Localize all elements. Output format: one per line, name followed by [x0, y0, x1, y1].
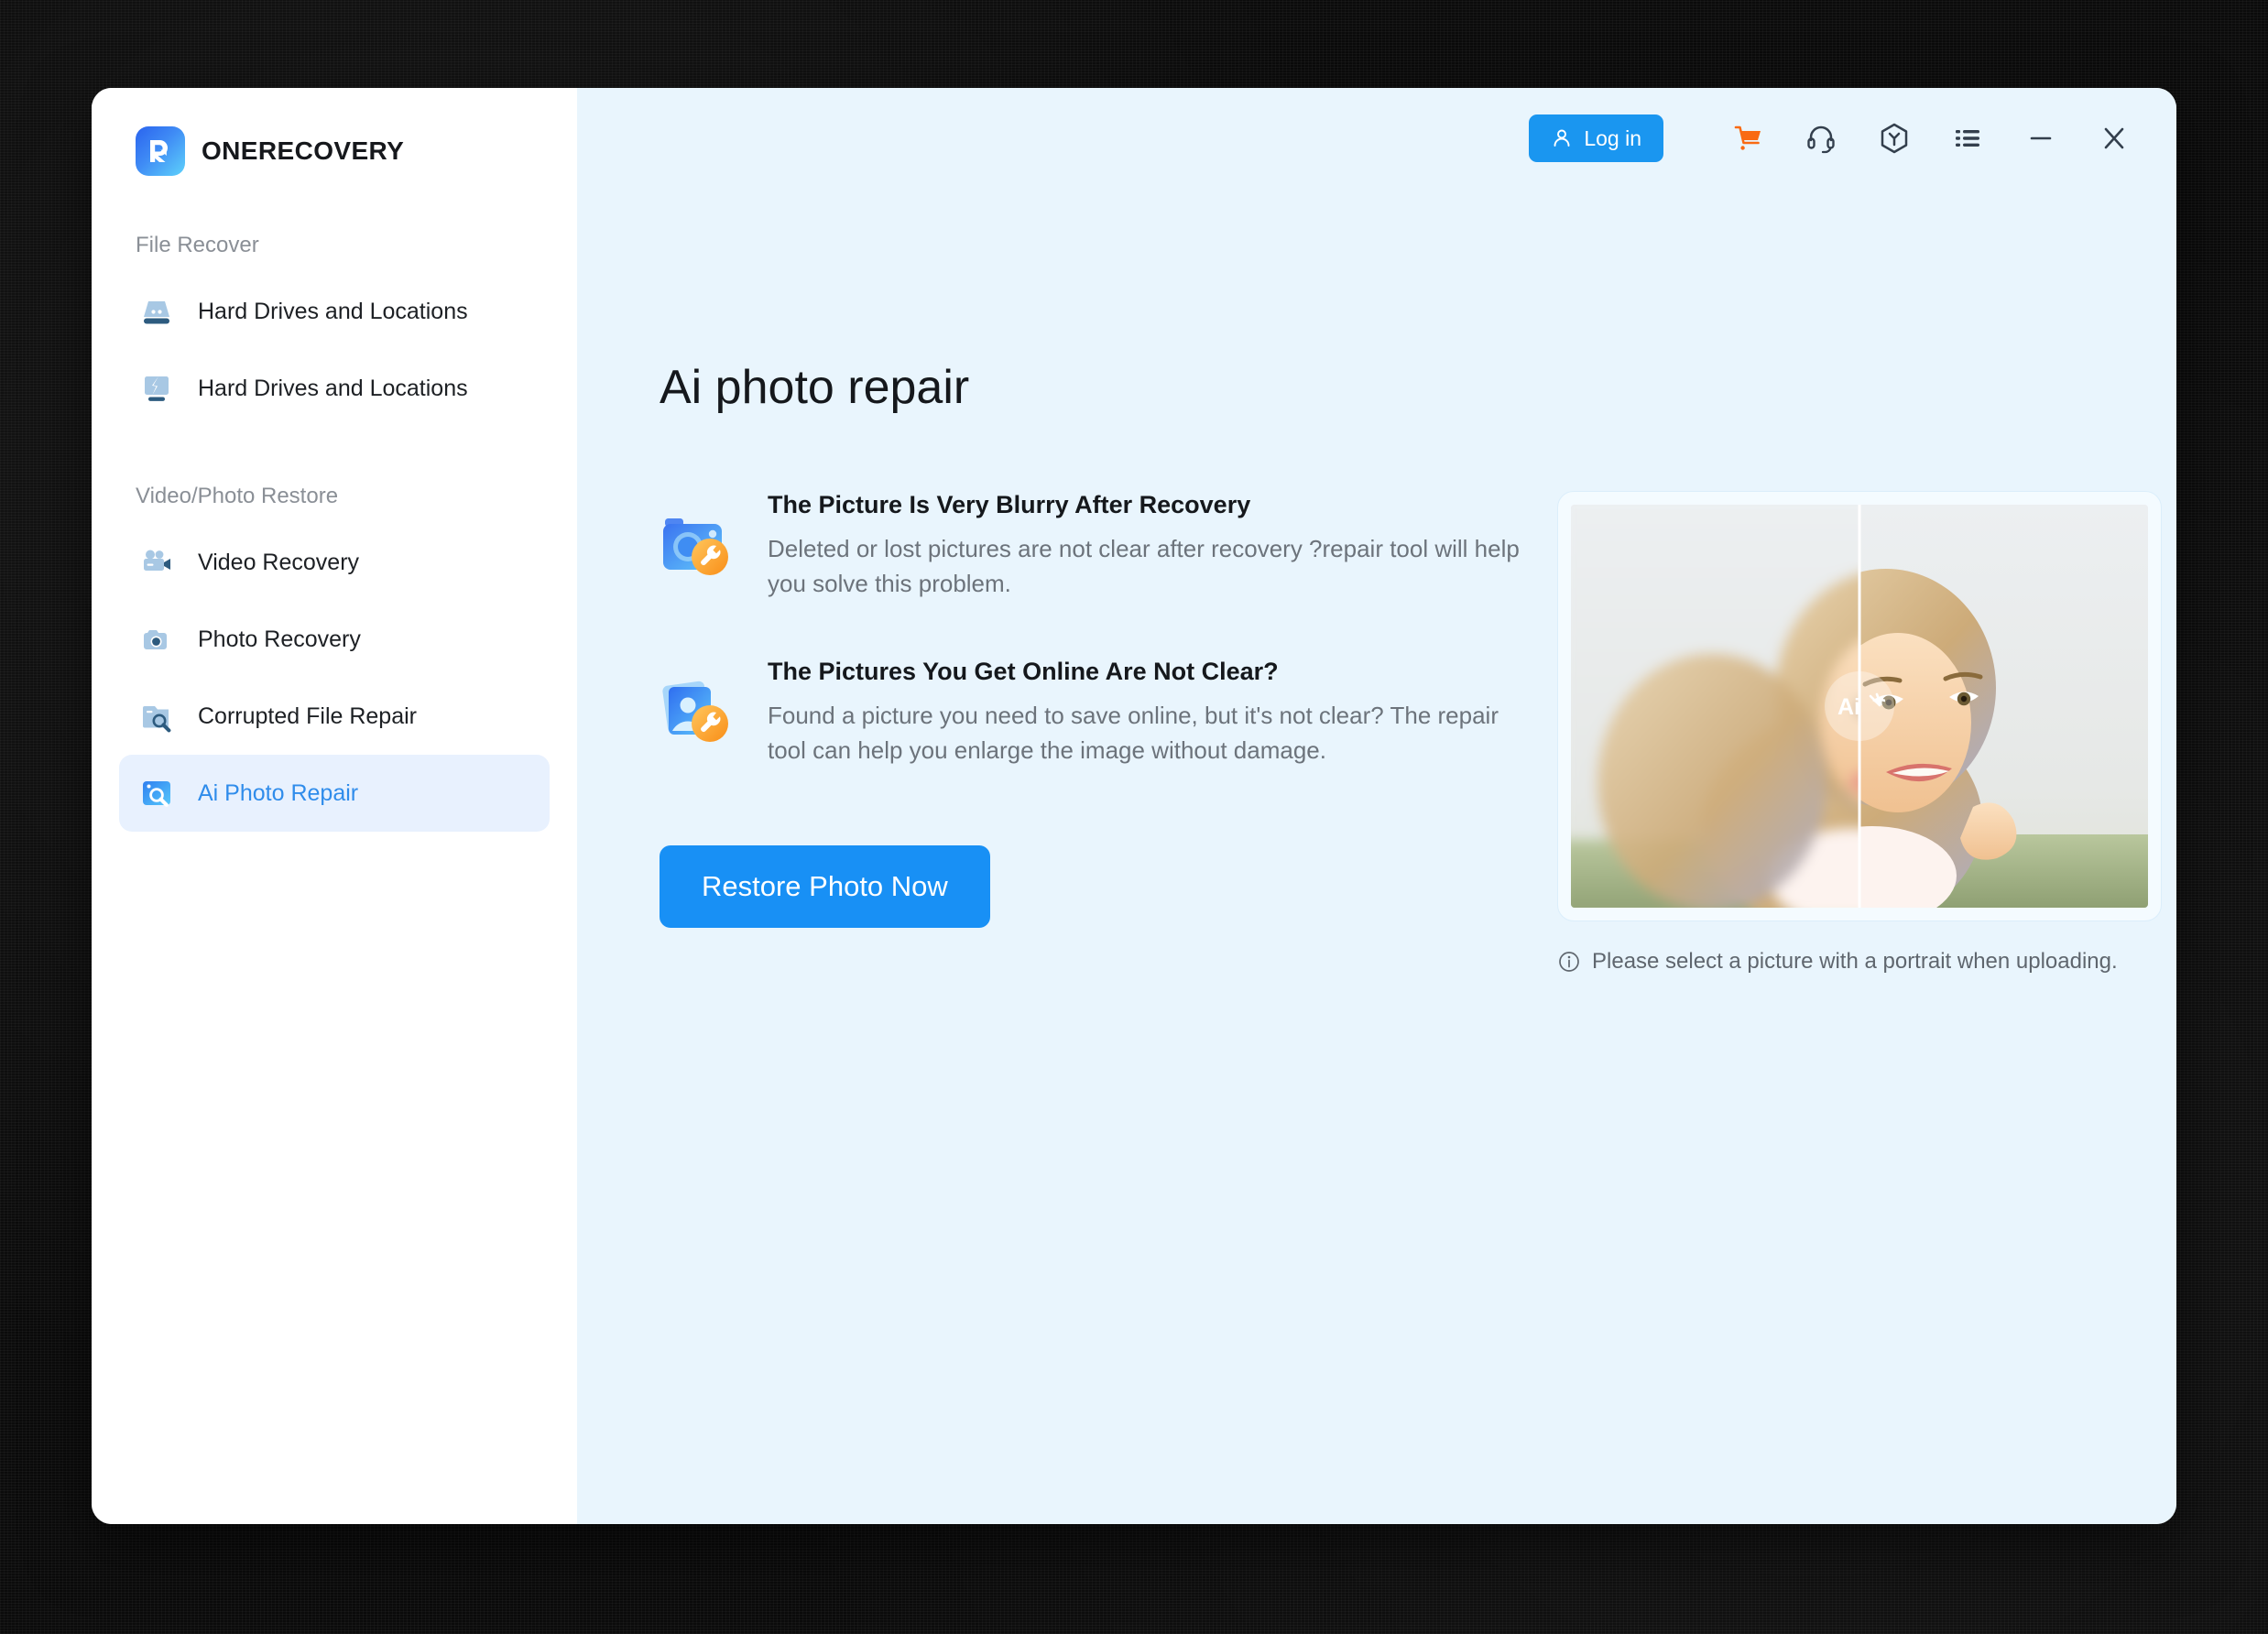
- restore-photo-now-button[interactable]: Restore Photo Now: [660, 844, 990, 928]
- sidebar-item-label: Corrupted File Repair: [198, 703, 417, 729]
- ai-photo-repair-icon: [136, 772, 178, 814]
- user-icon: [1554, 129, 1570, 147]
- sidebar-item-label: Photo Recovery: [198, 626, 361, 652]
- rewards-hexagon-icon[interactable]: [1874, 118, 1914, 158]
- login-button[interactable]: Log in: [1529, 114, 1663, 162]
- page-title: Ai photo repair: [660, 360, 970, 414]
- main-content: Log in Ai photo repair The Picture Is Ve…: [577, 88, 2176, 1524]
- cart-icon[interactable]: [1728, 118, 1768, 158]
- sidebar: ONERECOVERY File Recover Hard Drives and…: [92, 88, 577, 1524]
- headset-support-icon[interactable]: [1801, 118, 1841, 158]
- preview-note-text: Please select a picture with a portrait …: [1592, 949, 2118, 974]
- before-after-comparison[interactable]: Ai: [1571, 505, 2148, 908]
- sidebar-item-photo-recovery[interactable]: Photo Recovery: [119, 601, 550, 678]
- feature-blurry-picture: The Picture Is Very Blurry After Recover…: [660, 491, 1521, 601]
- preview-column: Ai Please select a picture with a portra…: [1557, 491, 2162, 975]
- sidebar-section-title-video-photo-restore: Video/Photo Restore: [136, 484, 339, 508]
- broken-screen-icon: [136, 367, 178, 409]
- login-button-label: Log in: [1584, 125, 1641, 150]
- sidebar-item-video-recovery[interactable]: Video Recovery: [119, 524, 550, 601]
- close-icon[interactable]: [2094, 118, 2134, 158]
- minimize-icon[interactable]: [2021, 118, 2061, 158]
- titlebar: Log in: [577, 88, 2176, 189]
- preview-card: Ai: [1557, 491, 2162, 921]
- sidebar-item-label: Ai Photo Repair: [198, 779, 359, 806]
- info-circle-icon: [1559, 952, 1579, 972]
- sidebar-item-label: Hard Drives and Locations: [198, 375, 468, 401]
- onerecovery-logo-icon: [136, 126, 185, 176]
- sidebar-item-hard-drives-and-locations-1[interactable]: Hard Drives and Locations: [119, 273, 550, 350]
- brand: ONERECOVERY: [92, 88, 577, 176]
- preview-note: Please select a picture with a portrait …: [1557, 949, 2118, 975]
- photo-before-blurred: [1571, 505, 1859, 908]
- feature-online-pictures: The Pictures You Get Online Are Not Clea…: [660, 658, 1521, 768]
- camera-icon: [136, 618, 178, 660]
- feature-description: Deleted or lost pictures are not clear a…: [768, 535, 1520, 597]
- photo-portrait-repair-icon: [660, 672, 738, 751]
- brand-name: ONERECOVERY: [202, 136, 405, 165]
- feature-title: The Pictures You Get Online Are Not Clea…: [768, 658, 1279, 686]
- feature-description: Found a picture you need to save online,…: [768, 702, 1499, 765]
- ai-slider-handle[interactable]: Ai: [1825, 671, 1894, 741]
- camera-repair-icon: [660, 506, 738, 584]
- content-row: The Picture Is Very Blurry After Recover…: [660, 491, 2162, 975]
- folder-wrench-icon: [136, 695, 178, 737]
- sidebar-item-label: Video Recovery: [198, 549, 360, 575]
- video-camera-icon: [136, 541, 178, 583]
- sidebar-item-hard-drives-and-locations-2[interactable]: Hard Drives and Locations: [119, 350, 550, 427]
- features-list: The Picture Is Very Blurry After Recover…: [660, 491, 1521, 975]
- menu-list-icon[interactable]: [1947, 118, 1988, 158]
- sidebar-item-ai-photo-repair[interactable]: Ai Photo Repair: [119, 755, 550, 832]
- hard-drive-icon: [136, 290, 178, 332]
- sidebar-item-label: Hard Drives and Locations: [198, 298, 468, 324]
- feature-title: The Picture Is Very Blurry After Recover…: [768, 491, 1251, 518]
- app-window: ONERECOVERY File Recover Hard Drives and…: [92, 88, 2176, 1524]
- sidebar-item-corrupted-file-repair[interactable]: Corrupted File Repair: [119, 678, 550, 755]
- photo-after-sharp: [1859, 505, 2148, 908]
- sidebar-section-title-file-recover: File Recover: [136, 233, 259, 257]
- svg-text:Ai: Ai: [1837, 694, 1860, 720]
